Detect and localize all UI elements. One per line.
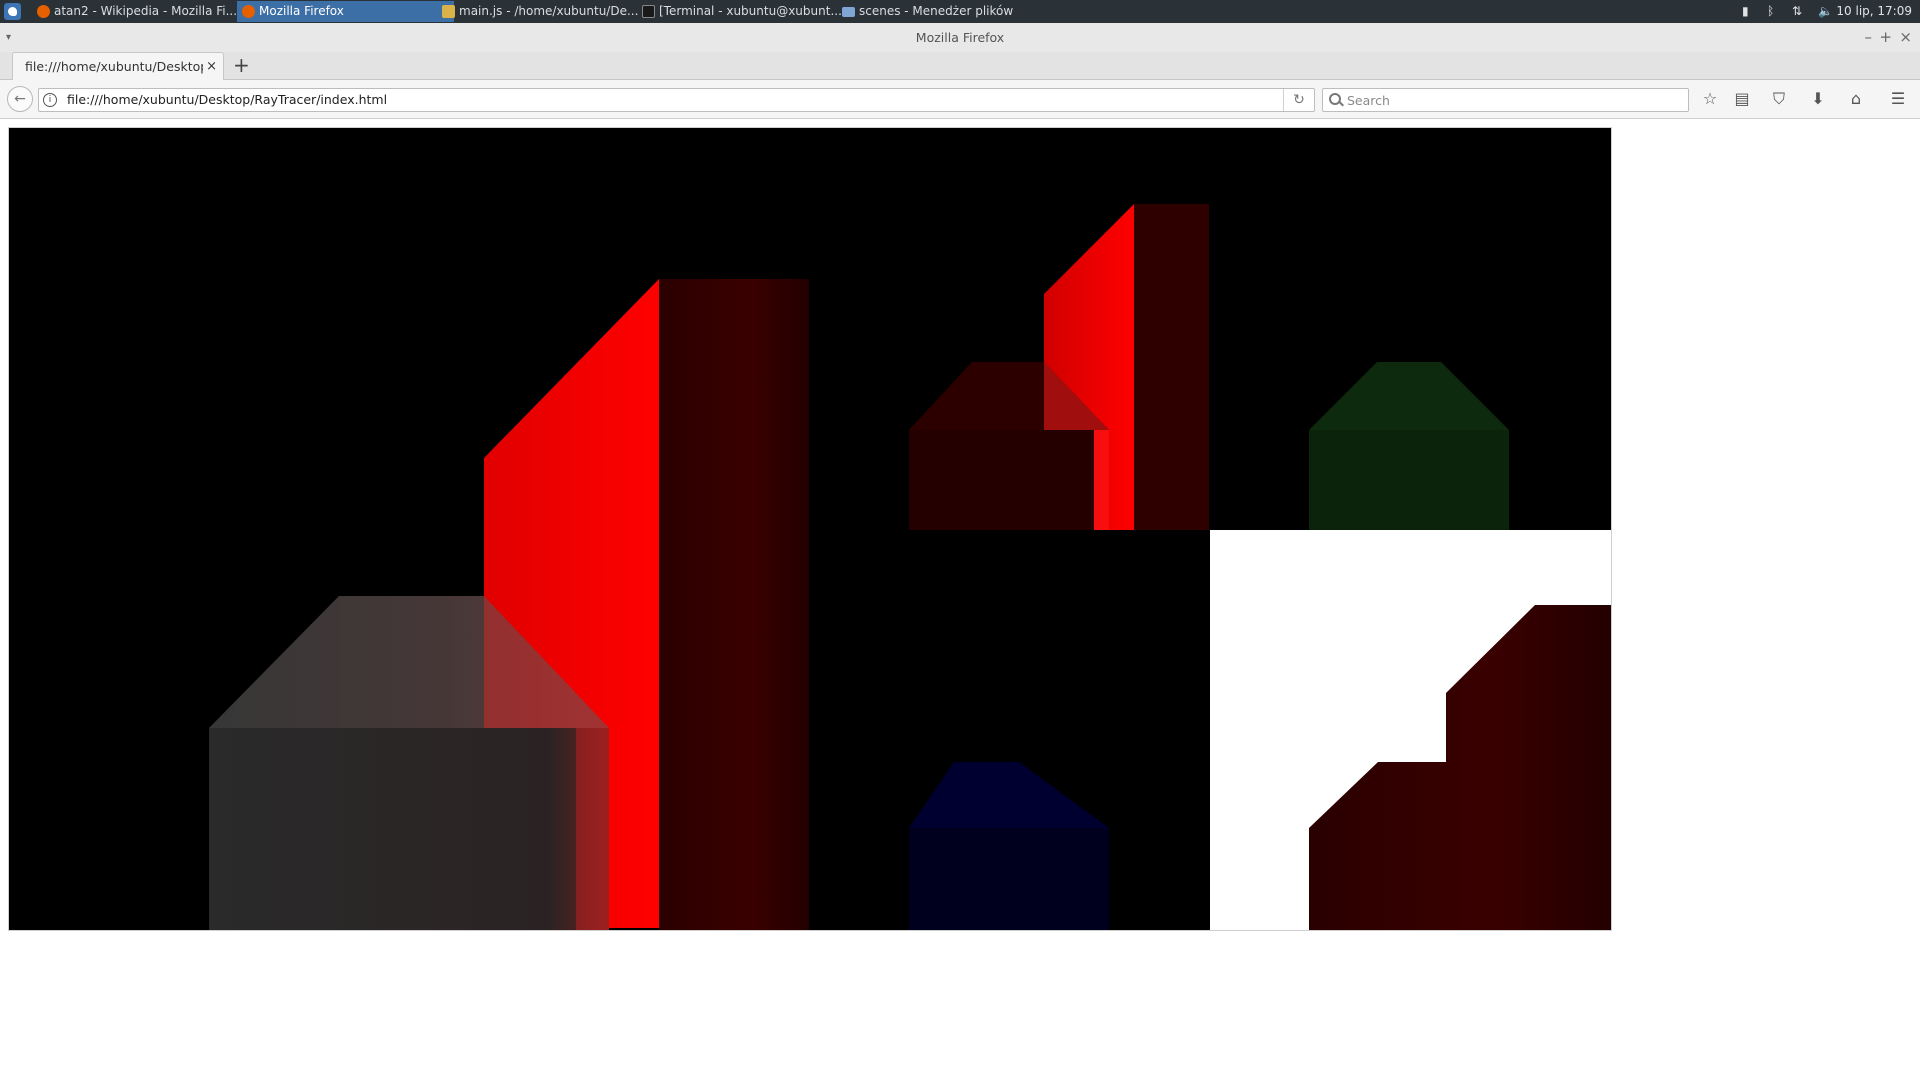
reload-icon[interactable]: ↻ [1283, 89, 1314, 111]
network-icon[interactable]: ⇅ [1792, 0, 1802, 23]
raytracer-canvas[interactable] [8, 127, 1612, 931]
bluetooth-icon[interactable]: ᛒ [1767, 0, 1774, 23]
taskbar-item-terminal[interactable]: [Terminal - xubuntu@xubunt... [637, 1, 855, 22]
battery-icon[interactable]: ▮ [1742, 0, 1749, 23]
taskbar-item-label: scenes - Menedżer plików [859, 4, 1014, 18]
green-box-top [1309, 362, 1509, 430]
folder-icon [842, 7, 855, 17]
bookmark-star-icon[interactable]: ☆ [1698, 88, 1722, 110]
new-tab-button[interactable]: + [233, 54, 250, 76]
applications-menu-icon[interactable] [4, 3, 21, 20]
gray-box-front [209, 728, 609, 930]
close-window-icon[interactable]: × [1899, 23, 1912, 52]
maximize-icon[interactable]: + [1879, 23, 1892, 52]
large-dark-red-pillar [659, 279, 809, 930]
firefox-icon [37, 5, 50, 18]
page-content [0, 119, 1920, 1080]
blue-box-top [909, 762, 1109, 828]
top-panel: atan2 - Wikipedia - Mozilla Fi... Mozill… [0, 0, 1920, 23]
taskbar-item-mainjs[interactable]: main.js - /home/xubuntu/De... [437, 1, 655, 22]
back-button[interactable]: ← [7, 86, 33, 112]
taskbar-item-wikipedia[interactable]: atan2 - Wikipedia - Mozilla Fi... [32, 1, 250, 22]
window-title: Mozilla Firefox [915, 30, 1005, 45]
taskbar-item-label: [Terminal - xubuntu@xubunt... [659, 4, 842, 18]
minimize-icon[interactable]: – [1865, 23, 1873, 52]
clock[interactable]: 10 lip, 17:09 [1836, 0, 1912, 23]
green-box-front [1309, 430, 1509, 530]
close-tab-icon[interactable]: × [206, 53, 217, 80]
tab-raytracer[interactable]: file:///home/xubuntu/Desktop/R × [12, 52, 224, 80]
tab-label: file:///home/xubuntu/Desktop/R [25, 59, 203, 74]
terminal-icon [642, 5, 655, 18]
taskbar-item-label: atan2 - Wikipedia - Mozilla Fi... [54, 4, 238, 18]
firefox-icon [242, 5, 255, 18]
downloads-icon[interactable]: ⬇ [1806, 88, 1830, 110]
taskbar-item-label: Mozilla Firefox [259, 4, 344, 18]
window-menu-icon[interactable]: ▾ [6, 23, 11, 52]
home-icon[interactable]: ⌂ [1844, 88, 1868, 110]
navigation-bar: ← i file:///home/xubuntu/Desktop/RayTrac… [0, 80, 1920, 119]
volume-icon[interactable]: 🔈 [1818, 0, 1833, 23]
hamburger-menu-icon[interactable]: ☰ [1886, 88, 1910, 110]
rendered-scene [209, 204, 1611, 930]
info-icon[interactable]: i [43, 93, 57, 107]
pocket-icon[interactable]: ⛉ [1767, 88, 1791, 110]
search-bar[interactable] [1322, 88, 1689, 112]
back-arrow-icon: ← [14, 91, 26, 107]
taskbar-item-label: main.js - /home/xubuntu/De... [459, 4, 639, 18]
small-box-front [909, 430, 1094, 530]
search-input[interactable] [1347, 89, 1677, 111]
bookmarks-library-icon[interactable]: ▤ [1730, 88, 1754, 110]
window-titlebar[interactable]: ▾ Mozilla Firefox – + × [0, 23, 1920, 52]
taskbar-item-firefox[interactable]: Mozilla Firefox [237, 1, 454, 22]
text-editor-icon [442, 5, 455, 18]
small-dark-red-pillar [1134, 204, 1209, 530]
search-icon [1329, 93, 1341, 105]
tab-strip: file:///home/xubuntu/Desktop/R × + [0, 52, 1920, 80]
blue-box-front [909, 828, 1109, 930]
taskbar-item-filemanager[interactable]: scenes - Menedżer plików [837, 1, 1055, 22]
url-bar[interactable]: i file:///home/xubuntu/Desktop/RayTracer… [38, 88, 1315, 112]
url-text[interactable]: file:///home/xubuntu/Desktop/RayTracer/i… [67, 89, 387, 111]
